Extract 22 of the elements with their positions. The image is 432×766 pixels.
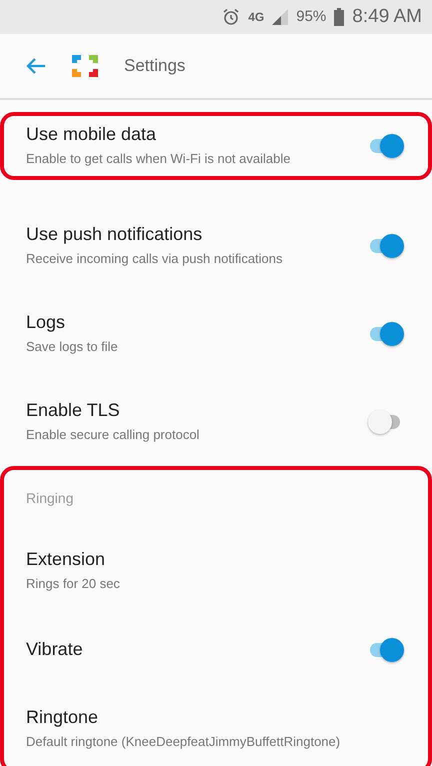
battery-percent: 95% bbox=[296, 6, 326, 27]
setting-title[interactable]: Logs bbox=[26, 312, 118, 334]
setting-title[interactable]: Use mobile data bbox=[26, 124, 290, 146]
screen-title: Settings bbox=[124, 55, 186, 78]
setting-description: Enable secure calling protocol bbox=[26, 427, 200, 444]
setting-description: Save logs to file bbox=[26, 339, 118, 356]
setting-description: Enable to get calls when Wi-Fi is not available bbox=[26, 151, 290, 168]
setting-description: Default ringtone (KneeDeepfeatJimmyBuffettRingtone) bbox=[26, 734, 340, 752]
section-header: Ringing bbox=[25, 489, 74, 508]
setting-title[interactable]: Extension bbox=[26, 548, 120, 570]
network-type-label: 4G bbox=[248, 9, 264, 26]
setting-title[interactable]: Ringtone bbox=[26, 706, 340, 728]
alarm-clock-icon bbox=[222, 8, 240, 26]
setting-title[interactable]: Use push notifications bbox=[26, 224, 283, 246]
signal-icon bbox=[272, 9, 288, 25]
back-arrow-icon[interactable] bbox=[26, 57, 46, 75]
battery-icon bbox=[334, 8, 344, 26]
setting-title[interactable]: Vibrate bbox=[26, 639, 83, 661]
clock-time: 8:49 AM bbox=[352, 4, 422, 29]
setting-description: Receive incoming calls via push notifications bbox=[26, 251, 283, 268]
setting-title[interactable]: Enable TLS bbox=[26, 400, 200, 422]
setting-description: Rings for 20 sec bbox=[26, 576, 120, 594]
